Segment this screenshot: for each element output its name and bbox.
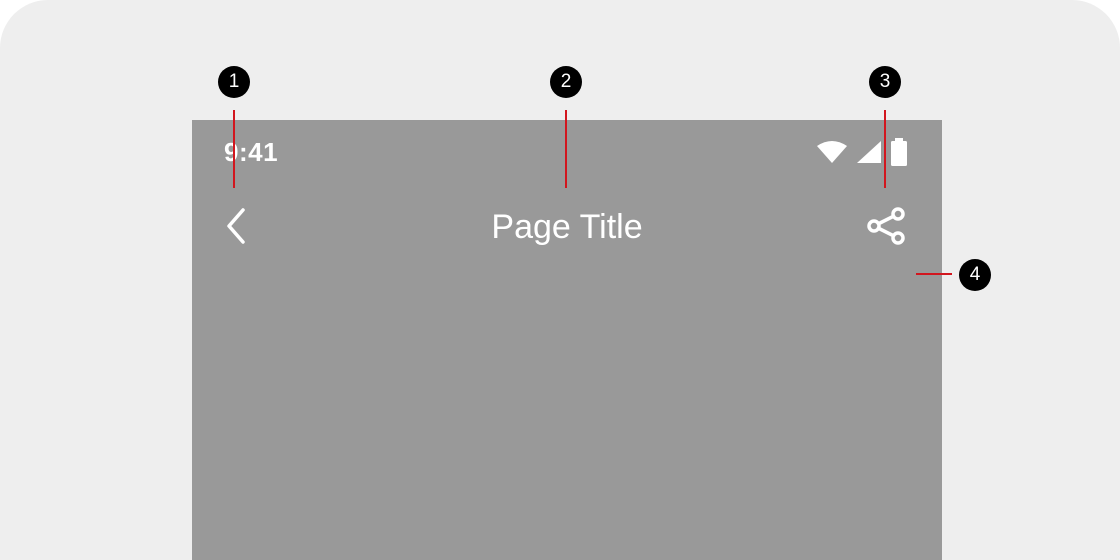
callout-badge-3: 3 <box>869 66 901 98</box>
share-icon <box>865 205 907 252</box>
callout-badge-2: 2 <box>550 66 582 98</box>
cellular-signal-icon <box>856 140 882 164</box>
callout-line-2 <box>565 110 567 188</box>
page-title: Page Title <box>491 208 643 246</box>
callout-badge-1: 1 <box>218 66 250 98</box>
callout-line-3 <box>884 110 886 188</box>
callout-line-1 <box>233 110 235 188</box>
callout-line-4 <box>916 273 952 275</box>
battery-icon <box>890 138 908 166</box>
callout-badge-4: 4 <box>959 259 991 291</box>
share-button[interactable] <box>862 206 910 250</box>
spec-canvas: 9:41 Page Title 1 2 3 4 <box>0 0 1120 560</box>
wifi-icon <box>816 140 848 164</box>
device-screen: 9:41 Page Title <box>192 120 942 560</box>
status-icons <box>816 138 908 166</box>
